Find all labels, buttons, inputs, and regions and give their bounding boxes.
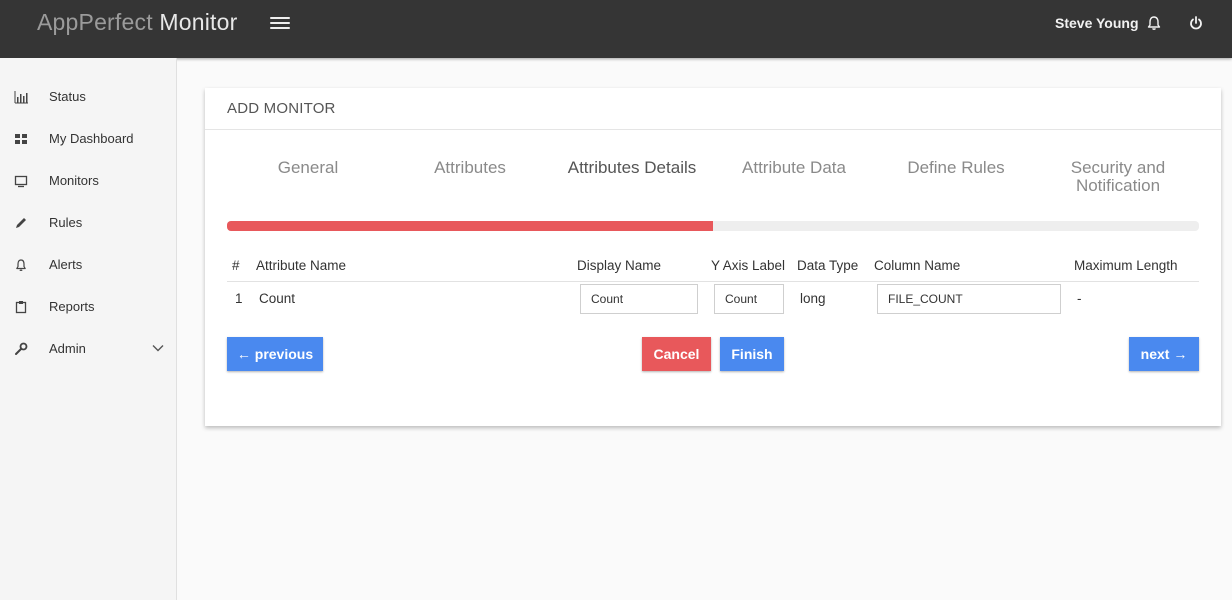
sidebar-item-label: Admin (49, 341, 86, 356)
clipboard-icon (15, 301, 27, 314)
sidebar-item-label: Reports (49, 299, 95, 314)
sidebar-item-label: My Dashboard (49, 131, 134, 146)
app-logo[interactable]: AppPerfect Monitor (37, 9, 237, 36)
brand-light: AppPerfect (37, 9, 153, 35)
cancel-button[interactable]: Cancel (642, 337, 711, 371)
wizard-step-general[interactable]: General (228, 159, 388, 177)
row-maximum-length: - (1077, 291, 1082, 306)
y-axis-label-input[interactable] (714, 284, 784, 314)
sidebar-item-monitors[interactable]: Monitors (0, 166, 176, 196)
brand-strong: Monitor (159, 9, 238, 35)
sidebar-item-label: Monitors (49, 173, 99, 188)
grid-icon (15, 134, 27, 144)
wizard-step-attributes-details[interactable]: Attributes Details (552, 159, 712, 177)
sidebar-item-rules[interactable]: Rules (0, 208, 176, 238)
sidebar: Status My Dashboard Monitors Rules Alert… (0, 58, 177, 600)
wizard-step-attributes[interactable]: Attributes (390, 159, 550, 177)
table-header-display-name: Display Name (577, 258, 662, 273)
wizard-progress-fill (227, 221, 713, 231)
table-header-divider (227, 281, 1199, 282)
wizard-step-security-and-notification[interactable]: Security and Notification (1038, 159, 1198, 195)
bar-chart-icon (14, 91, 28, 104)
sidebar-item-admin[interactable]: Admin (0, 334, 176, 364)
sidebar-item-status[interactable]: Status (0, 82, 176, 112)
divider (205, 129, 1221, 130)
finish-button[interactable]: Finish (720, 337, 784, 371)
table-header-index: # (232, 258, 240, 273)
wizard-progress-bar (227, 221, 1199, 231)
table-header-column-name: Column Name (874, 258, 961, 273)
table-header-attribute-name: Attribute Name (256, 258, 347, 273)
add-monitor-card: ADD MONITOR General Attributes Attribute… (205, 88, 1221, 426)
notification-bell-icon[interactable] (1145, 14, 1163, 32)
sidebar-item-label: Rules (49, 215, 83, 230)
table-header-maximum-length: Maximum Length (1074, 258, 1178, 273)
row-index: 1 (235, 291, 243, 306)
sidebar-item-reports[interactable]: Reports (0, 292, 176, 322)
previous-button[interactable]: ← previous (227, 337, 323, 371)
table-header-y-axis-label: Y Axis Label (711, 258, 786, 273)
wizard-step-define-rules[interactable]: Define Rules (876, 159, 1036, 177)
display-name-input[interactable] (580, 284, 698, 314)
sidebar-item-my-dashboard[interactable]: My Dashboard (0, 124, 176, 154)
wrench-icon (15, 342, 28, 355)
bell-icon (16, 259, 26, 271)
menu-toggle-icon[interactable] (270, 14, 292, 32)
column-name-input[interactable] (877, 284, 1061, 314)
card-title: ADD MONITOR (227, 100, 336, 117)
sidebar-item-label: Alerts (49, 257, 83, 272)
row-data-type: long (800, 291, 826, 306)
monitor-icon (14, 175, 28, 188)
table-header-data-type: Data Type (797, 258, 859, 273)
next-button[interactable]: next → (1129, 337, 1199, 371)
sidebar-item-label: Status (49, 89, 86, 104)
user-name[interactable]: Steve Young (1055, 15, 1139, 31)
power-icon[interactable] (1187, 14, 1205, 32)
top-bar: AppPerfect Monitor Steve Young (0, 0, 1232, 58)
sidebar-item-alerts[interactable]: Alerts (0, 250, 176, 280)
chevron-down-icon[interactable] (152, 343, 164, 353)
row-attribute-name: Count (259, 291, 296, 306)
pencil-icon (16, 218, 26, 228)
wizard-step-attribute-data[interactable]: Attribute Data (714, 159, 874, 177)
